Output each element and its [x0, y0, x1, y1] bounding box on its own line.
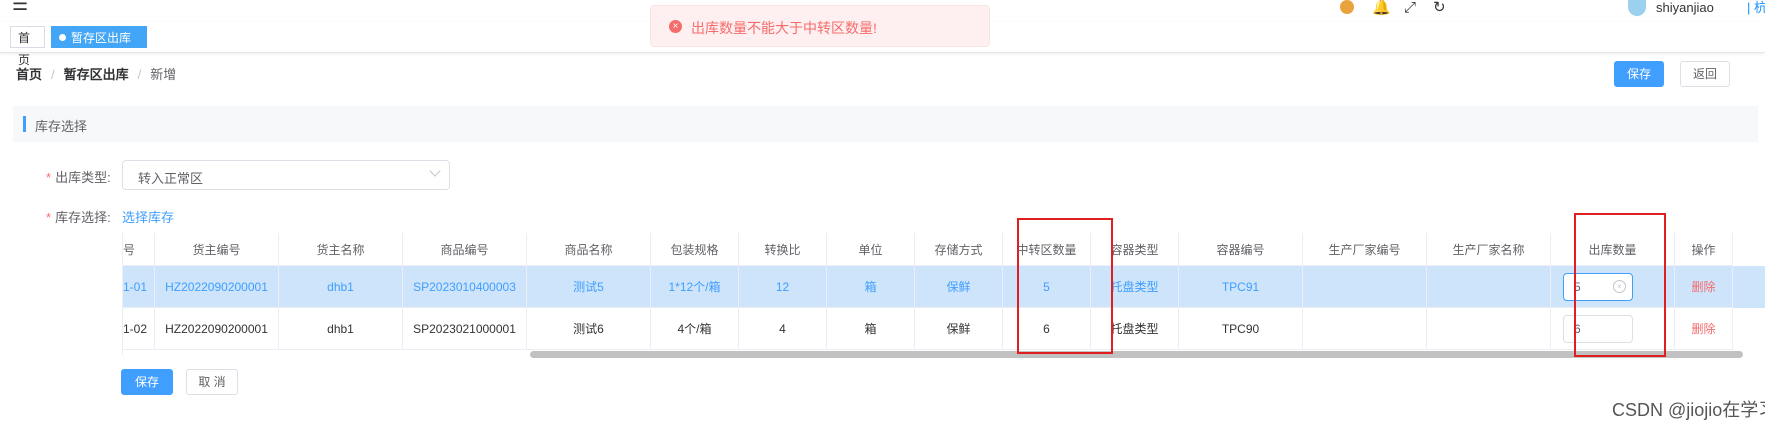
warehouse-name[interactable]: | 杭州仓 — [1747, 0, 1765, 16]
separator: | — [1747, 0, 1751, 15]
table-cell: dhb1 — [279, 308, 403, 350]
horizontal-scrollbar[interactable] — [530, 351, 1743, 358]
error-toast: × 出库数量不能大于中转区数量! — [650, 5, 990, 47]
avatar[interactable] — [1628, 0, 1646, 16]
table-cell: TPC91 — [1179, 266, 1303, 308]
warehouse-label: 杭州仓 — [1754, 0, 1765, 15]
stock-label-text: 库存选择: — [55, 210, 111, 225]
table-cell — [1303, 308, 1427, 350]
section-accent — [23, 116, 26, 132]
section-title: 库存选择 — [35, 119, 88, 134]
tag-active[interactable]: 暂存区出库× — [51, 26, 147, 67]
table-cell — [1427, 266, 1551, 308]
column-header: 包装规格 — [651, 233, 739, 266]
action-cell: 删除 — [1675, 266, 1733, 308]
table-header: 号货主编号 货主名称 商品编号 商品名称 包装规格 转换比 单位 存储方式 中转区数量 容器类型容… — [123, 233, 1765, 266]
user-name[interactable]: shiyanjiao — [1656, 0, 1714, 16]
table-cell: 4个/箱 — [651, 308, 739, 350]
settings-icon[interactable] — [1340, 0, 1354, 14]
hamburger-icon[interactable]: ☰ — [12, 0, 28, 15]
table-cell: TPC90 — [1179, 308, 1303, 350]
table-cell: HZ2022090200001 — [155, 308, 279, 350]
tag-home[interactable]: 首页 — [10, 26, 45, 67]
select-stock-link[interactable]: 选择库存 — [122, 207, 174, 226]
out-type-label: * 出库类型: — [46, 167, 111, 186]
column-header: 单位 — [827, 233, 915, 266]
table-cell: SP2023021000001 — [403, 308, 527, 350]
breadcrumb: 首页 / 暂存区出库 / 新增 — [16, 64, 176, 83]
annotation-box-transfer-qty — [1017, 218, 1113, 354]
column-header: 生产厂家编号 — [1303, 233, 1427, 266]
column-header: 商品编号 — [403, 233, 527, 266]
delete-link[interactable]: 删除 — [1691, 278, 1715, 295]
footer-save-button[interactable]: 保存 — [121, 369, 173, 395]
table-cell: HZ2022090200001 — [155, 266, 279, 308]
table-cell: 保鲜 — [915, 266, 1003, 308]
table-cell: 箱 — [827, 266, 915, 308]
column-header: 生产厂家名称 — [1427, 233, 1551, 266]
annotation-box-out-qty — [1574, 213, 1666, 357]
toast-message: 出库数量不能大于中转区数量! — [691, 20, 877, 36]
fullscreen-icon[interactable]: ⤢ — [1404, 0, 1416, 16]
breadcrumb-current: 新增 — [150, 67, 177, 82]
column-header: 货主名称 — [279, 233, 403, 266]
table-cell: 测试5 — [527, 266, 651, 308]
stock-label: * 库存选择: — [46, 207, 111, 226]
column-header: 存储方式 — [915, 233, 1003, 266]
out-type-value: 转入正常区 — [138, 171, 204, 186]
table-cell: 箱 — [827, 308, 915, 350]
table-cell: 12 — [739, 266, 827, 308]
out-type-select[interactable]: 转入正常区 — [122, 160, 450, 190]
error-circle-icon: × — [669, 20, 682, 33]
chevron-down-icon — [429, 165, 441, 177]
table-cell: 保鲜 — [915, 308, 1003, 350]
back-button[interactable]: 返回 — [1680, 61, 1730, 87]
table-cell: SP2023010400003 — [403, 266, 527, 308]
cancel-button[interactable]: 取 消 — [186, 369, 238, 395]
delete-link[interactable]: 删除 — [1691, 320, 1715, 337]
column-header: 操作 — [1675, 233, 1733, 266]
out-type-label-text: 出库类型: — [55, 170, 111, 185]
column-header: 转换比 — [739, 233, 827, 266]
column-header: 货主编号 — [155, 233, 279, 266]
table-cell: 4 — [739, 308, 827, 350]
required-mark: * — [46, 210, 52, 225]
table-row-2: 1-02 HZ2022090200001 dhb1 SP2023021000001 测试… — [123, 308, 1765, 350]
table-cell — [1303, 266, 1427, 308]
section-header: 库存选择 — [13, 106, 1758, 142]
active-dot-icon — [59, 34, 66, 42]
table-cell: 1-02 — [123, 308, 155, 350]
refresh-icon[interactable]: ↻ — [1433, 0, 1446, 16]
table-cell: 测试6 — [527, 308, 651, 350]
breadcrumb-parent[interactable]: 暂存区出库 — [64, 67, 129, 82]
table-cell: 1*12个/箱 — [651, 266, 739, 308]
stock-table: 号货主编号 货主名称 商品编号 商品名称 包装规格 转换比 单位 存储方式 中转区数量 容器类型容… — [122, 233, 1765, 355]
breadcrumb-sep: / — [51, 67, 55, 82]
save-button[interactable]: 保存 — [1614, 61, 1664, 87]
tag-active-label: 暂存区出库 — [71, 31, 132, 45]
table-cell: dhb1 — [279, 266, 403, 308]
table-row-1: 1-01 HZ2022090200001 dhb1 SP2023010400003 测试… — [123, 266, 1765, 308]
column-header: 商品名称 — [527, 233, 651, 266]
breadcrumb-home[interactable]: 首页 — [16, 67, 42, 82]
action-cell: 删除 — [1675, 308, 1733, 350]
required-mark: * — [46, 170, 52, 185]
watermark: CSDN @jiojio在学习勒 — [1612, 400, 1765, 420]
bell-icon[interactable]: 🔔 — [1372, 0, 1391, 16]
column-header: 号 — [123, 233, 155, 266]
column-header: 容器编号 — [1179, 233, 1303, 266]
table-cell: 1-01 — [123, 266, 155, 308]
breadcrumb-sep: / — [137, 67, 142, 82]
table-cell — [1427, 308, 1551, 350]
